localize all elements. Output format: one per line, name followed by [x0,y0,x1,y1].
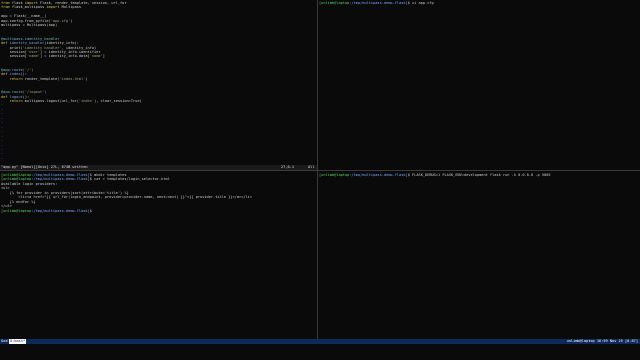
vim-status-file: "app.py" [Noeol][Unix] 27L, 674B written [1,165,88,169]
empty-buffer-line: ~ [1,156,4,161]
vim-editor-pane[interactable]: from flask import Flask, render_template… [1,1,316,164]
vim-status-percent: All [308,165,315,169]
terminal-pane-bottom-left[interactable]: [unlimb@laptop:/tmp/multipass-demo-flask… [1,173,316,338]
vim-status-position: 27,0-1 [281,165,294,169]
terminal-line: [unlimb@laptop:/tmp/multipass-demo-flask… [319,1,434,5]
tmux-status-bar: Gxd 0:bash* unlimb@laptop 16:59 Nov 25 [… [0,339,640,344]
pane-divider-horizontal-left[interactable] [0,170,317,171]
vim-code-buffer[interactable]: from flask import Flask, render_template… [1,1,316,161]
tmux-window-tab[interactable]: 0:bash* [9,339,27,344]
terminal-output: [unlimb@laptop:/tmp/multipass-demo-flask… [319,173,639,177]
tmux-session-name: Gxd [1,339,8,343]
terminal-pane-top-right[interactable]: [unlimb@laptop:/tmp/multipass-demo-flask… [319,1,639,169]
terminal-line: [unlimb@laptop:/tmp/multipass-demo-flask… [1,208,95,213]
terminal-line: [unlimb@laptop:/tmp/multipass-demo-flask… [319,173,551,177]
vim-status-line: "app.py" [Noeol][Unix] 27L, 674B written… [0,165,317,170]
terminal-output: [unlimb@laptop:/tmp/multipass-demo-flask… [319,1,639,5]
pane-divider-horizontal-right[interactable] [318,170,640,171]
terminal-pane-bottom-right[interactable]: [unlimb@laptop:/tmp/multipass-demo-flask… [319,173,639,338]
terminal-output: [unlimb@laptop:/tmp/multipass-demo-flask… [1,173,316,213]
tmux-status-right: unlimb@laptop 16:59 Nov 25 [0.87] [566,339,638,343]
